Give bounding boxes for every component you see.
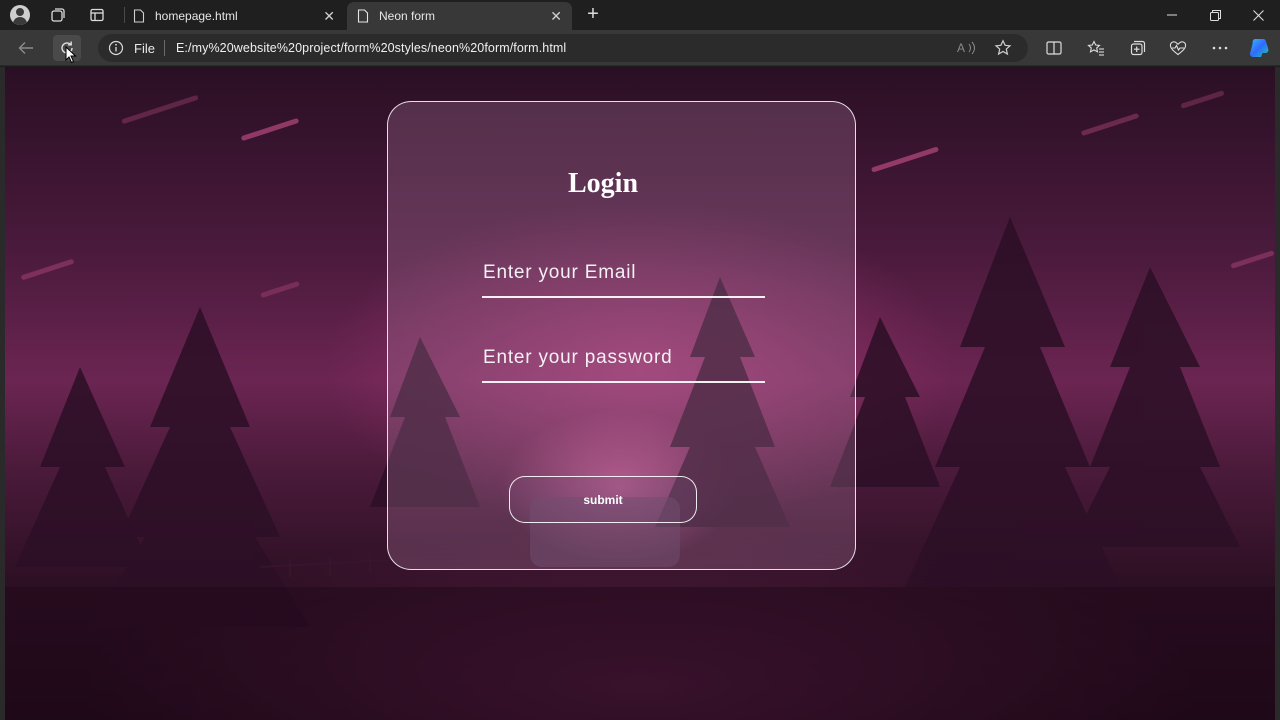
star-icon[interactable] — [994, 39, 1012, 57]
profile-icon — [10, 5, 30, 25]
profile-button[interactable] — [6, 3, 34, 27]
document-icon — [357, 9, 369, 23]
heart-pulse-icon — [1169, 41, 1187, 56]
tab-label: Neon form — [379, 9, 436, 23]
close-tab-icon[interactable]: ✕ — [323, 9, 335, 23]
password-placeholder: Enter your password — [483, 347, 673, 368]
close-tab-icon[interactable]: ✕ — [550, 9, 562, 23]
address-bar[interactable]: File E:/my%20website%20project/form%20st… — [98, 34, 1028, 62]
viewport-edge — [0, 67, 5, 720]
login-title: Login — [567, 168, 639, 199]
collections-icon — [1130, 40, 1146, 56]
close-window-button[interactable] — [1236, 0, 1280, 30]
browser-essentials-button[interactable] — [1164, 35, 1192, 61]
info-icon[interactable] — [108, 40, 124, 56]
tab-actions-icon — [90, 8, 104, 22]
collections-button[interactable] — [1124, 35, 1152, 61]
workspaces-button[interactable] — [44, 3, 72, 27]
copilot-button[interactable] — [1245, 35, 1273, 61]
split-screen-button[interactable] — [1040, 35, 1068, 61]
scheme-label: File — [134, 41, 155, 56]
favorites-button[interactable] — [1082, 35, 1110, 61]
tab-label: homepage.html — [155, 9, 238, 23]
url-text[interactable]: E:/my%20website%20project/form%20styles/… — [176, 41, 566, 55]
minimize-icon — [1167, 14, 1177, 16]
close-icon — [1252, 9, 1264, 21]
address-divider — [164, 40, 165, 56]
back-button[interactable] — [12, 35, 40, 61]
viewport-edge — [1275, 67, 1280, 720]
tab-homepage[interactable]: homepage.html ✕ — [123, 2, 345, 30]
new-tab-button[interactable]: + — [582, 3, 604, 27]
more-icon — [1212, 46, 1228, 50]
svg-text:A: A — [957, 41, 965, 55]
login-card: Login Enter your Email Enter your passwo… — [387, 101, 856, 570]
restore-button[interactable] — [1193, 0, 1237, 30]
tab-actions-button[interactable] — [83, 3, 111, 27]
document-icon — [133, 9, 145, 23]
mouse-cursor-icon — [65, 46, 77, 64]
email-placeholder: Enter your Email — [483, 262, 637, 283]
more-options-button[interactable] — [1206, 35, 1234, 61]
restore-icon — [1209, 9, 1221, 21]
split-screen-icon — [1046, 41, 1062, 55]
password-field[interactable]: Enter your password — [482, 341, 765, 383]
back-arrow-icon — [18, 42, 33, 54]
submit-button[interactable]: submit — [509, 476, 697, 523]
favorites-icon — [1087, 40, 1104, 56]
workspaces-icon — [51, 8, 65, 22]
tab-bar: homepage.html ✕ Neon form ✕ + — [0, 0, 1280, 30]
tab-neon-form[interactable]: Neon form ✕ — [347, 2, 572, 30]
read-aloud-icon[interactable]: A — [956, 39, 980, 57]
browser-toolbar: File E:/my%20website%20project/form%20st… — [0, 30, 1280, 66]
copilot-icon — [1250, 39, 1269, 57]
email-field[interactable]: Enter your Email — [482, 256, 765, 298]
minimize-button[interactable] — [1150, 0, 1194, 30]
